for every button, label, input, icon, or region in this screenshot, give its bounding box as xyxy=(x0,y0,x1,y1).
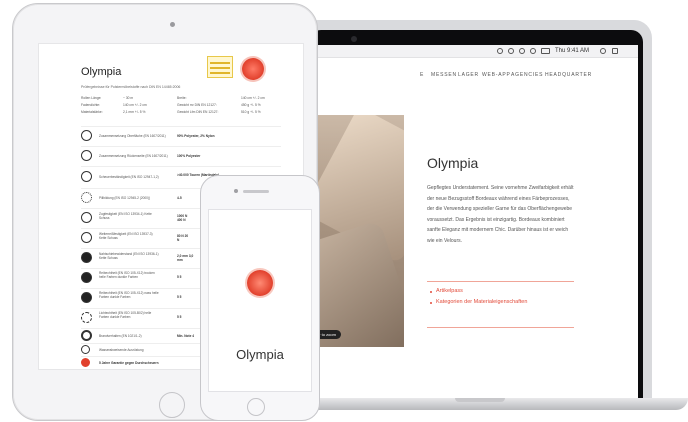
spec-row: Rollen Länge: ~ 30 m Breite: 140 cm +/- 2 … xyxy=(81,96,265,100)
divider xyxy=(427,327,574,328)
page-title: Olympia xyxy=(427,155,479,171)
phone-speaker xyxy=(243,190,269,193)
property-row: Zusammensetzung Oberfläche (EN 1607/2011… xyxy=(81,126,281,145)
abrasion-icon xyxy=(81,171,92,182)
nav-item-lager[interactable]: LAGER xyxy=(458,72,479,78)
fabric-back-icon xyxy=(81,150,92,161)
nav-item-e[interactable]: E xyxy=(420,72,424,78)
tablet-home-button[interactable] xyxy=(159,392,185,418)
wifi-icon xyxy=(519,48,525,54)
phone-title: Olympia xyxy=(236,347,284,362)
bluetooth-icon xyxy=(508,48,514,54)
status-icon xyxy=(497,48,503,54)
test-results-caption: Prüfergebnisse für Polstermöbelstoffe na… xyxy=(81,85,181,89)
tear-icon xyxy=(81,232,92,243)
link-kategorien[interactable]: Kategorien der Materialeigenschaften xyxy=(436,299,527,305)
rub-dry-icon xyxy=(81,272,92,283)
laptop-camera xyxy=(351,36,357,42)
fire-icon xyxy=(81,330,92,341)
tablet-camera xyxy=(170,22,175,27)
property-row: Zusammensetzung Rückenseite (EN 1607/201… xyxy=(81,146,281,165)
menu-bar: Thu 9:41 AM xyxy=(314,45,638,58)
nav-item-agencies[interactable]: AGENCIES xyxy=(511,72,543,78)
phone-camera xyxy=(234,189,238,193)
product-title: Olympia xyxy=(81,66,122,78)
nav-item-web-app[interactable]: WEB-APP xyxy=(482,72,511,78)
water-repellent-icon xyxy=(81,345,90,354)
volume-icon xyxy=(530,48,536,54)
light-fastness-icon xyxy=(81,312,92,323)
site-nav: E MESSEN LAGER WEB-APP AGENCIES HEADQUAR… xyxy=(314,72,638,82)
guarantee-icon xyxy=(81,358,90,367)
bullet-icon xyxy=(430,291,432,293)
phone-home-button[interactable] xyxy=(247,398,265,416)
seam-slippage-icon xyxy=(81,252,92,263)
quality-label-logo xyxy=(207,56,233,78)
search-icon[interactable] xyxy=(600,48,606,54)
laptop-notch xyxy=(455,398,505,402)
spec-row: Fadendichte: 140 cm +/- 2 cm Gewicht m² D… xyxy=(81,103,261,107)
rub-wet-icon xyxy=(81,292,92,303)
tensile-icon xyxy=(81,212,92,223)
divider xyxy=(427,281,574,282)
laptop-screen: Thu 9:41 AM E MESSEN LAGER WEB-APP AGENC… xyxy=(314,45,638,398)
phone-screen xyxy=(208,209,312,392)
spec-row: Materialstärke: 2,1 mm +/- 5 % Gewicht Lf… xyxy=(81,110,261,114)
guarantee-seal-icon xyxy=(247,270,273,296)
bullet-icon xyxy=(430,302,432,304)
battery-icon xyxy=(541,48,550,54)
menu-icon[interactable] xyxy=(612,48,618,54)
guarantee-seal-icon xyxy=(242,58,264,80)
nav-item-messen[interactable]: MESSEN xyxy=(431,72,457,78)
link-artikelpass[interactable]: Artikelpass xyxy=(436,288,463,294)
hero-image: er to zoom xyxy=(314,115,404,347)
pilling-icon xyxy=(81,192,92,203)
product-description: Gepflegtes Understatement. Seine vornehm… xyxy=(427,185,574,244)
clock: Thu 9:41 AM xyxy=(555,48,590,54)
nav-item-headquarter[interactable]: HEADQUARTER xyxy=(545,72,592,78)
fabric-surface-icon xyxy=(81,130,92,141)
